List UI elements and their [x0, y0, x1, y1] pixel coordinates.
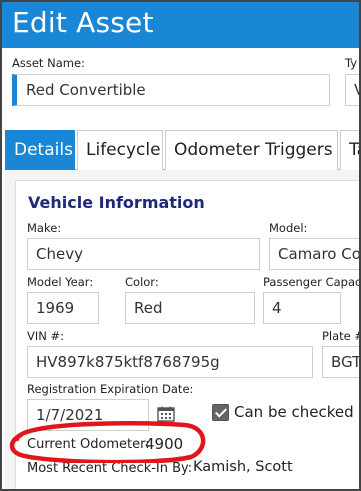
tab-details[interactable]: Details [5, 130, 75, 170]
asset-name-label: Asset Name: [12, 56, 85, 70]
tab-lifecycle[interactable]: Lifecycle [77, 130, 163, 170]
calendar-icon[interactable] [157, 406, 175, 422]
asset-name-input[interactable]: Red Convertible [12, 74, 330, 106]
passenger-capacity-label: Passenger Capac [263, 275, 361, 289]
current-odometer-value: 4900 [145, 435, 184, 453]
make-label: Make: [27, 221, 62, 235]
checkbox-checked-icon[interactable] [212, 404, 229, 421]
vehicle-panel: Vehicle Information Make: Chevy Model: C… [15, 180, 361, 489]
details-content: Vehicle Information Make: Chevy Model: C… [5, 170, 361, 489]
can-be-checked-out-label: Can be checked o [234, 403, 361, 421]
asset-header: Asset Name: Red Convertible Ty V [2, 48, 359, 128]
model-label: Model: [269, 221, 308, 235]
window-title: Edit Asset [12, 6, 154, 39]
model-year-input[interactable]: 1969 [27, 292, 99, 324]
passenger-capacity-input[interactable]: 4 [263, 292, 341, 324]
model-input[interactable]: Camaro Co [269, 238, 359, 270]
model-year-label: Model Year: [27, 275, 94, 289]
vin-input[interactable]: HV897k875ktf8768795g [27, 346, 313, 378]
color-input[interactable]: Red [125, 292, 255, 324]
asset-type-label: Ty [345, 56, 358, 70]
vin-label: VIN #: [27, 329, 65, 343]
registration-expiration-input[interactable]: 1/7/2021 [27, 399, 149, 431]
make-input[interactable]: Chevy [27, 238, 260, 270]
tab-ta[interactable]: Ta [340, 130, 359, 170]
edit-asset-window: Edit Asset Asset Name: Red Convertible T… [0, 0, 361, 491]
color-label: Color: [125, 275, 159, 289]
check-in-by-value: Kamish, Scott [193, 459, 293, 475]
asset-type-select[interactable]: V [345, 74, 359, 106]
title-bar: Edit Asset [2, 2, 359, 48]
plate-input[interactable]: BGT [322, 346, 359, 378]
section-title: Vehicle Information [28, 193, 205, 212]
tab-bar: Details Lifecycle Odometer Triggers Ta [5, 130, 359, 170]
registration-expiration-label: Registration Expiration Date: [27, 382, 194, 396]
check-in-by-label: Most Recent Check-In By: [27, 461, 193, 476]
tab-odometer-triggers[interactable]: Odometer Triggers [165, 130, 338, 170]
current-odometer-label: Current Odometer: [27, 437, 150, 452]
plate-label: Plate # [322, 329, 361, 343]
